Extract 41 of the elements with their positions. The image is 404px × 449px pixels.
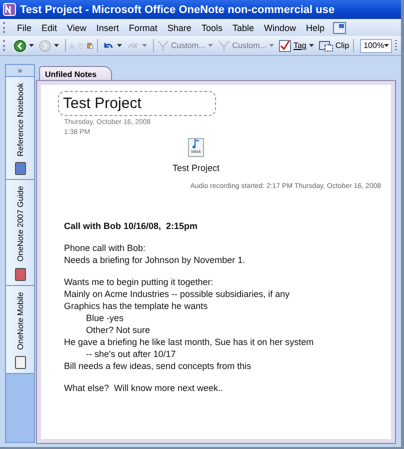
note-line: He gave a briefing he like last month, Sue has it on her system (64, 336, 315, 348)
expand-pane-button[interactable]: » (6, 65, 34, 77)
audio-file-name: Test Project (172, 163, 220, 173)
page-title-field[interactable]: Test Project (58, 91, 216, 116)
section-tab[interactable]: Unfiled Notes (39, 66, 112, 81)
back-icon[interactable] (14, 40, 26, 52)
notebook-tab[interactable]: OneNote Mobile (6, 286, 34, 374)
tag-button[interactable]: Tag (279, 40, 306, 52)
notebook-tab[interactable]: OneNote 2007 Guide (6, 180, 34, 286)
note-heading: Call with Bob 10/16/08, 2:15pm (64, 220, 199, 232)
menu-item[interactable]: Format (124, 22, 162, 32)
note-line: Other? Not sure (85, 324, 152, 336)
notebook-tab[interactable]: Reference Notebook (6, 77, 34, 180)
menu-item[interactable]: Share (162, 22, 196, 32)
note-line: -- she's out after 10/17 (85, 348, 177, 360)
note-line: What else? Will know more next week.. (64, 382, 224, 394)
menu-item[interactable]: Tools (196, 22, 228, 32)
window-icon[interactable] (332, 22, 346, 34)
caret-icon[interactable] (309, 44, 314, 47)
note-line: Bill needs a few ideas, send concepts from this (64, 360, 252, 372)
note-line: Phone call with Bob: (64, 242, 147, 254)
note-line: Graphics has the template he wants (64, 300, 209, 312)
caret-icon[interactable] (54, 44, 59, 47)
note-line: Needs a briefing for Johnson by November 1. (64, 254, 246, 266)
menu-item[interactable]: Help (301, 22, 330, 32)
clip-button[interactable]: Clip (319, 40, 350, 52)
menu-item[interactable]: Insert (91, 22, 124, 32)
note-line: Mainly on Acme Industries -- possible subsidiaries, if any (64, 288, 291, 300)
menu-item[interactable]: Edit (36, 22, 62, 32)
caret-icon (384, 44, 390, 47)
menu-item[interactable]: View (62, 22, 92, 32)
menu-item[interactable]: File (12, 22, 37, 32)
menu-item[interactable]: Window (258, 22, 301, 32)
note-line: Blue -yes (85, 312, 125, 324)
caret-icon[interactable] (28, 44, 34, 47)
note-line: Wants me to begin putting it together: (64, 276, 214, 288)
app-icon (3, 3, 16, 16)
window-title: Test Project - Microsoft Office OneNote non-commercial use (20, 4, 335, 16)
zoom-dropdown[interactable]: 100% (360, 38, 392, 52)
menu-item[interactable]: Table (227, 22, 259, 32)
caret-icon[interactable] (116, 44, 122, 47)
